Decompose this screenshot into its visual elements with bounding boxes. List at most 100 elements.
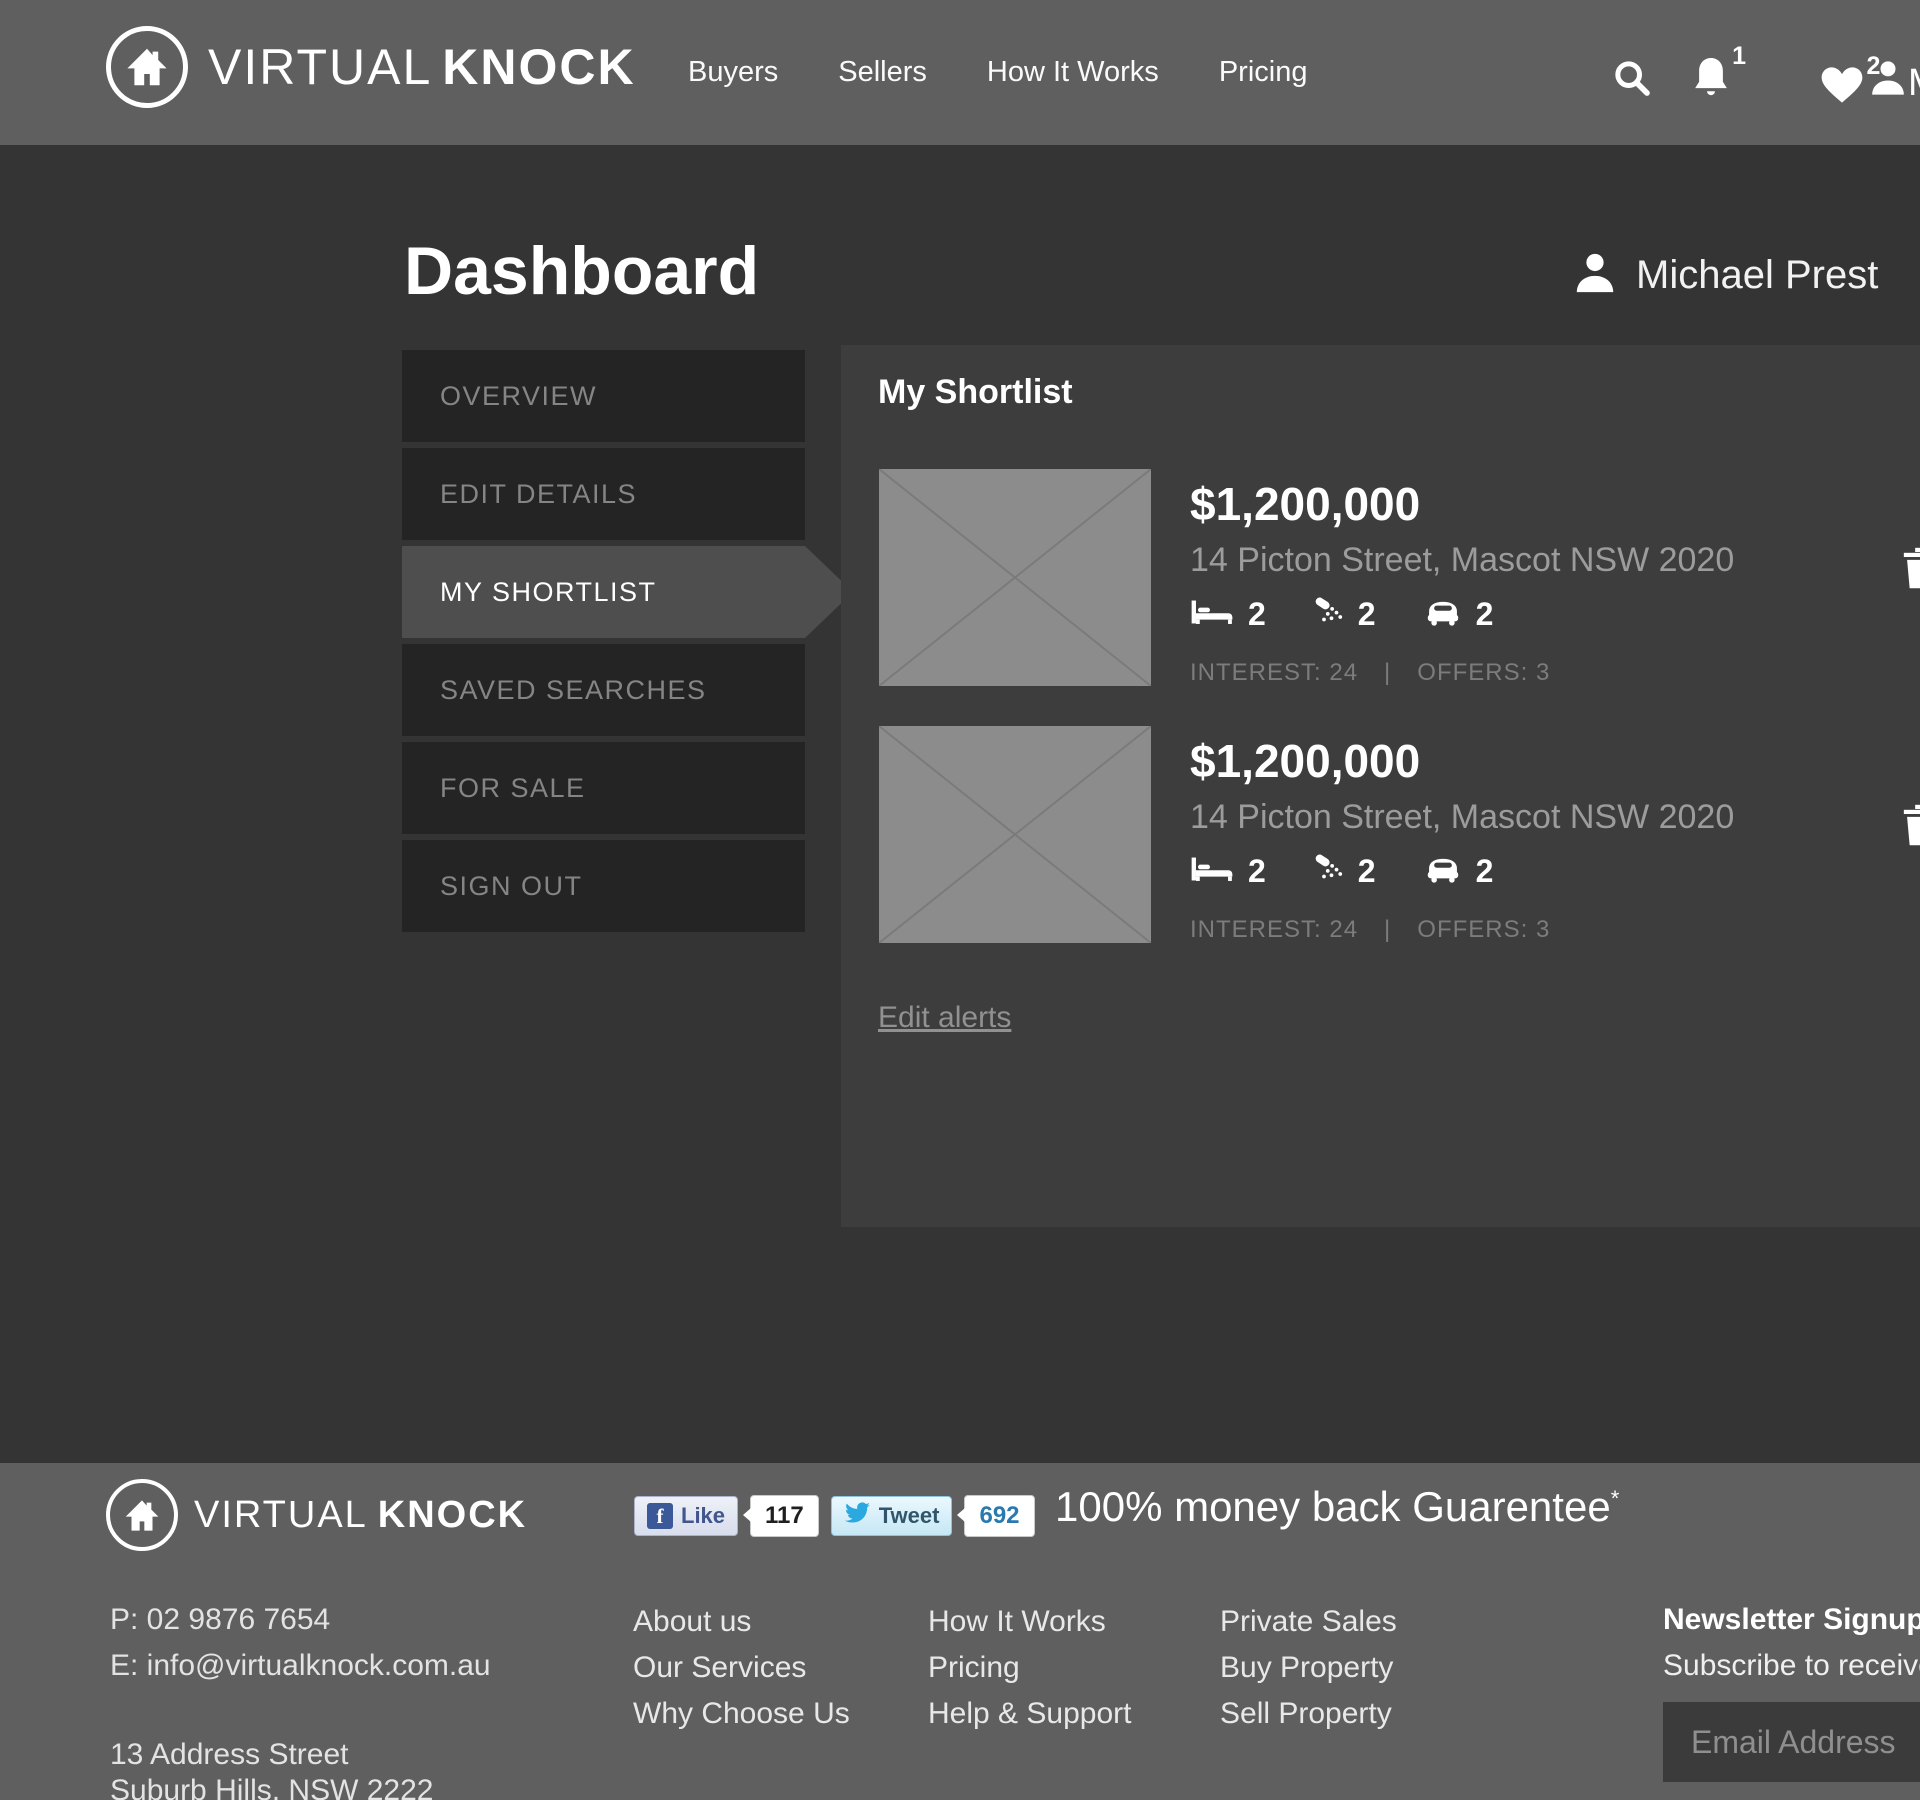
- favorites-heart-icon[interactable]: 2: [1820, 66, 1864, 109]
- search-icon[interactable]: [1612, 58, 1652, 103]
- sidebar-item-sign-out[interactable]: SIGN OUT: [402, 840, 805, 932]
- beds-count: 2: [1248, 596, 1266, 633]
- footer-link-how-it-works[interactable]: How It Works: [928, 1605, 1106, 1639]
- beds-feature: 2: [1190, 853, 1266, 890]
- offers-stat: OFFERS: 3: [1417, 916, 1550, 944]
- shower-icon: [1314, 854, 1344, 889]
- listing-price: $1,200,000: [1190, 477, 1734, 531]
- newsletter-subtitle: Subscribe to receive spe: [1663, 1649, 1920, 1683]
- sidebar-item-edit-details[interactable]: EDIT DETAILS: [402, 448, 805, 540]
- cars-count: 2: [1476, 596, 1494, 633]
- top-nav-bar: VIRTUALKNOCK Buyers Sellers How It Works…: [0, 0, 1920, 145]
- sidebar-item-my-shortlist[interactable]: MY SHORTLIST: [402, 546, 805, 638]
- remove-listing-trash-icon[interactable]: [1902, 804, 1920, 851]
- footer-link-why-choose-us[interactable]: Why Choose Us: [633, 1697, 850, 1731]
- contact-address-line1: 13 Address Street: [110, 1738, 348, 1772]
- footer-link-private-sales[interactable]: Private Sales: [1220, 1605, 1397, 1639]
- guarantee-asterisk: *: [1611, 1486, 1620, 1511]
- footer-brand-logo[interactable]: VIRTUALKNOCK: [106, 1479, 527, 1551]
- guarantee-label: 100% money back Guarentee: [1055, 1483, 1611, 1530]
- sidebar-item-for-sale[interactable]: FOR SALE: [402, 742, 805, 834]
- newsletter-email-input[interactable]: [1663, 1702, 1920, 1782]
- showers-feature: 2: [1314, 596, 1376, 633]
- footer-link-buy-property[interactable]: Buy Property: [1220, 1651, 1393, 1685]
- bed-icon: [1190, 855, 1234, 888]
- listing-price: $1,200,000: [1190, 734, 1734, 788]
- contact-email: E: info@virtualknock.com.au: [110, 1649, 491, 1683]
- user-name: Michael Prest: [1636, 253, 1878, 298]
- interest-stat: INTEREST: 24: [1190, 916, 1358, 944]
- listing-info: $1,200,000 14 Picton Street, Mascot NSW …: [1190, 477, 1734, 687]
- stat-separator: |: [1384, 916, 1391, 944]
- listing-address: 14 Picton Street, Mascot NSW 2020: [1190, 541, 1734, 580]
- sidebar-item-label: MY SHORTLIST: [440, 577, 657, 608]
- brand-logo[interactable]: VIRTUALKNOCK: [106, 26, 636, 108]
- listing-features: 2: [1190, 596, 1734, 633]
- listing-features: 2: [1190, 853, 1734, 890]
- sidebar-item-label: EDIT DETAILS: [440, 479, 637, 510]
- sidebar-item-label: SAVED SEARCHES: [440, 675, 707, 706]
- listing-info: $1,200,000 14 Picton Street, Mascot NSW …: [1190, 734, 1734, 944]
- nav-link-sellers[interactable]: Sellers: [838, 56, 927, 89]
- cars-feature: 2: [1424, 596, 1494, 633]
- twitter-tweet-button[interactable]: Tweet: [831, 1496, 953, 1536]
- brand-name-light: VIRTUAL: [208, 39, 432, 95]
- brand-name-bold: KNOCK: [442, 39, 635, 95]
- shower-icon: [1314, 597, 1344, 632]
- shortlist-listing-1: $1,200,000 14 Picton Street, Mascot NSW …: [879, 469, 1920, 686]
- account-person-icon[interactable]: [1868, 58, 1908, 103]
- tweet-label: Tweet: [879, 1503, 940, 1529]
- main-navigation: Buyers Sellers How It Works Pricing: [688, 0, 1307, 145]
- footer-link-about-us[interactable]: About us: [633, 1605, 751, 1639]
- interest-stat: INTEREST: 24: [1190, 659, 1358, 687]
- notifications-bell-icon[interactable]: 1: [1692, 56, 1730, 103]
- sidebar-item-label: FOR SALE: [440, 773, 586, 804]
- sidebar-item-saved-searches[interactable]: SAVED SEARCHES: [402, 644, 805, 736]
- twitter-bird-icon: [844, 1502, 871, 1530]
- nav-link-buyers[interactable]: Buyers: [688, 56, 778, 89]
- edit-alerts-link[interactable]: Edit alerts: [878, 1001, 1011, 1035]
- notifications-badge: 1: [1732, 42, 1746, 71]
- guarantee-text: 100% money back Guarentee*: [1055, 1483, 1619, 1531]
- cars-count: 2: [1476, 853, 1494, 890]
- facebook-like-button[interactable]: f Like: [634, 1496, 738, 1536]
- beds-feature: 2: [1190, 596, 1266, 633]
- sidebar-item-overview[interactable]: OVERVIEW: [402, 350, 805, 442]
- shortlist-listing-2: $1,200,000 14 Picton Street, Mascot NSW …: [879, 726, 1920, 943]
- showers-count: 2: [1358, 853, 1376, 890]
- listing-stats: INTEREST: 24 | OFFERS: 3: [1190, 916, 1734, 944]
- showers-feature: 2: [1314, 853, 1376, 890]
- car-icon: [1424, 855, 1462, 888]
- shortlist-panel: My Shortlist $1,200,000 14 Picton Street…: [841, 345, 1920, 1227]
- offers-stat: OFFERS: 3: [1417, 659, 1550, 687]
- footer-link-our-services[interactable]: Our Services: [633, 1651, 806, 1685]
- facebook-icon: f: [647, 1503, 673, 1529]
- footer-link-sell-property[interactable]: Sell Property: [1220, 1697, 1392, 1731]
- property-image-placeholder[interactable]: [879, 726, 1151, 943]
- listing-address: 14 Picton Street, Mascot NSW 2020: [1190, 798, 1734, 837]
- user-avatar-icon: [1572, 250, 1618, 301]
- logged-in-user[interactable]: Michael Prest: [1572, 250, 1878, 301]
- footer-link-pricing[interactable]: Pricing: [928, 1651, 1020, 1685]
- tweet-count-badge: 692: [964, 1495, 1034, 1537]
- page-footer: VIRTUALKNOCK f Like 117 Tweet 692 100% m…: [0, 1463, 1920, 1800]
- property-image-placeholder[interactable]: [879, 469, 1151, 686]
- footer-link-help-support[interactable]: Help & Support: [928, 1697, 1131, 1731]
- social-buttons: f Like 117 Tweet 692: [634, 1495, 1035, 1537]
- bed-icon: [1190, 598, 1234, 631]
- remove-listing-trash-icon[interactable]: [1902, 547, 1920, 594]
- showers-count: 2: [1358, 596, 1376, 633]
- home-logo-icon: [106, 1479, 178, 1551]
- footer-brand-name: VIRTUALKNOCK: [194, 1494, 527, 1537]
- nav-link-pricing[interactable]: Pricing: [1219, 56, 1308, 89]
- newsletter-heading: Newsletter Signup: [1663, 1603, 1920, 1637]
- page-title: Dashboard: [404, 232, 759, 310]
- contact-address-line2: Suburb Hills, NSW 2222: [110, 1774, 433, 1800]
- car-icon: [1424, 598, 1462, 631]
- stat-separator: |: [1384, 659, 1391, 687]
- like-label: Like: [681, 1503, 725, 1529]
- nav-link-how-it-works[interactable]: How It Works: [987, 56, 1159, 89]
- beds-count: 2: [1248, 853, 1266, 890]
- dashboard-sidebar: OVERVIEW EDIT DETAILS MY SHORTLIST SAVED…: [402, 350, 805, 938]
- sidebar-item-label: OVERVIEW: [440, 381, 597, 412]
